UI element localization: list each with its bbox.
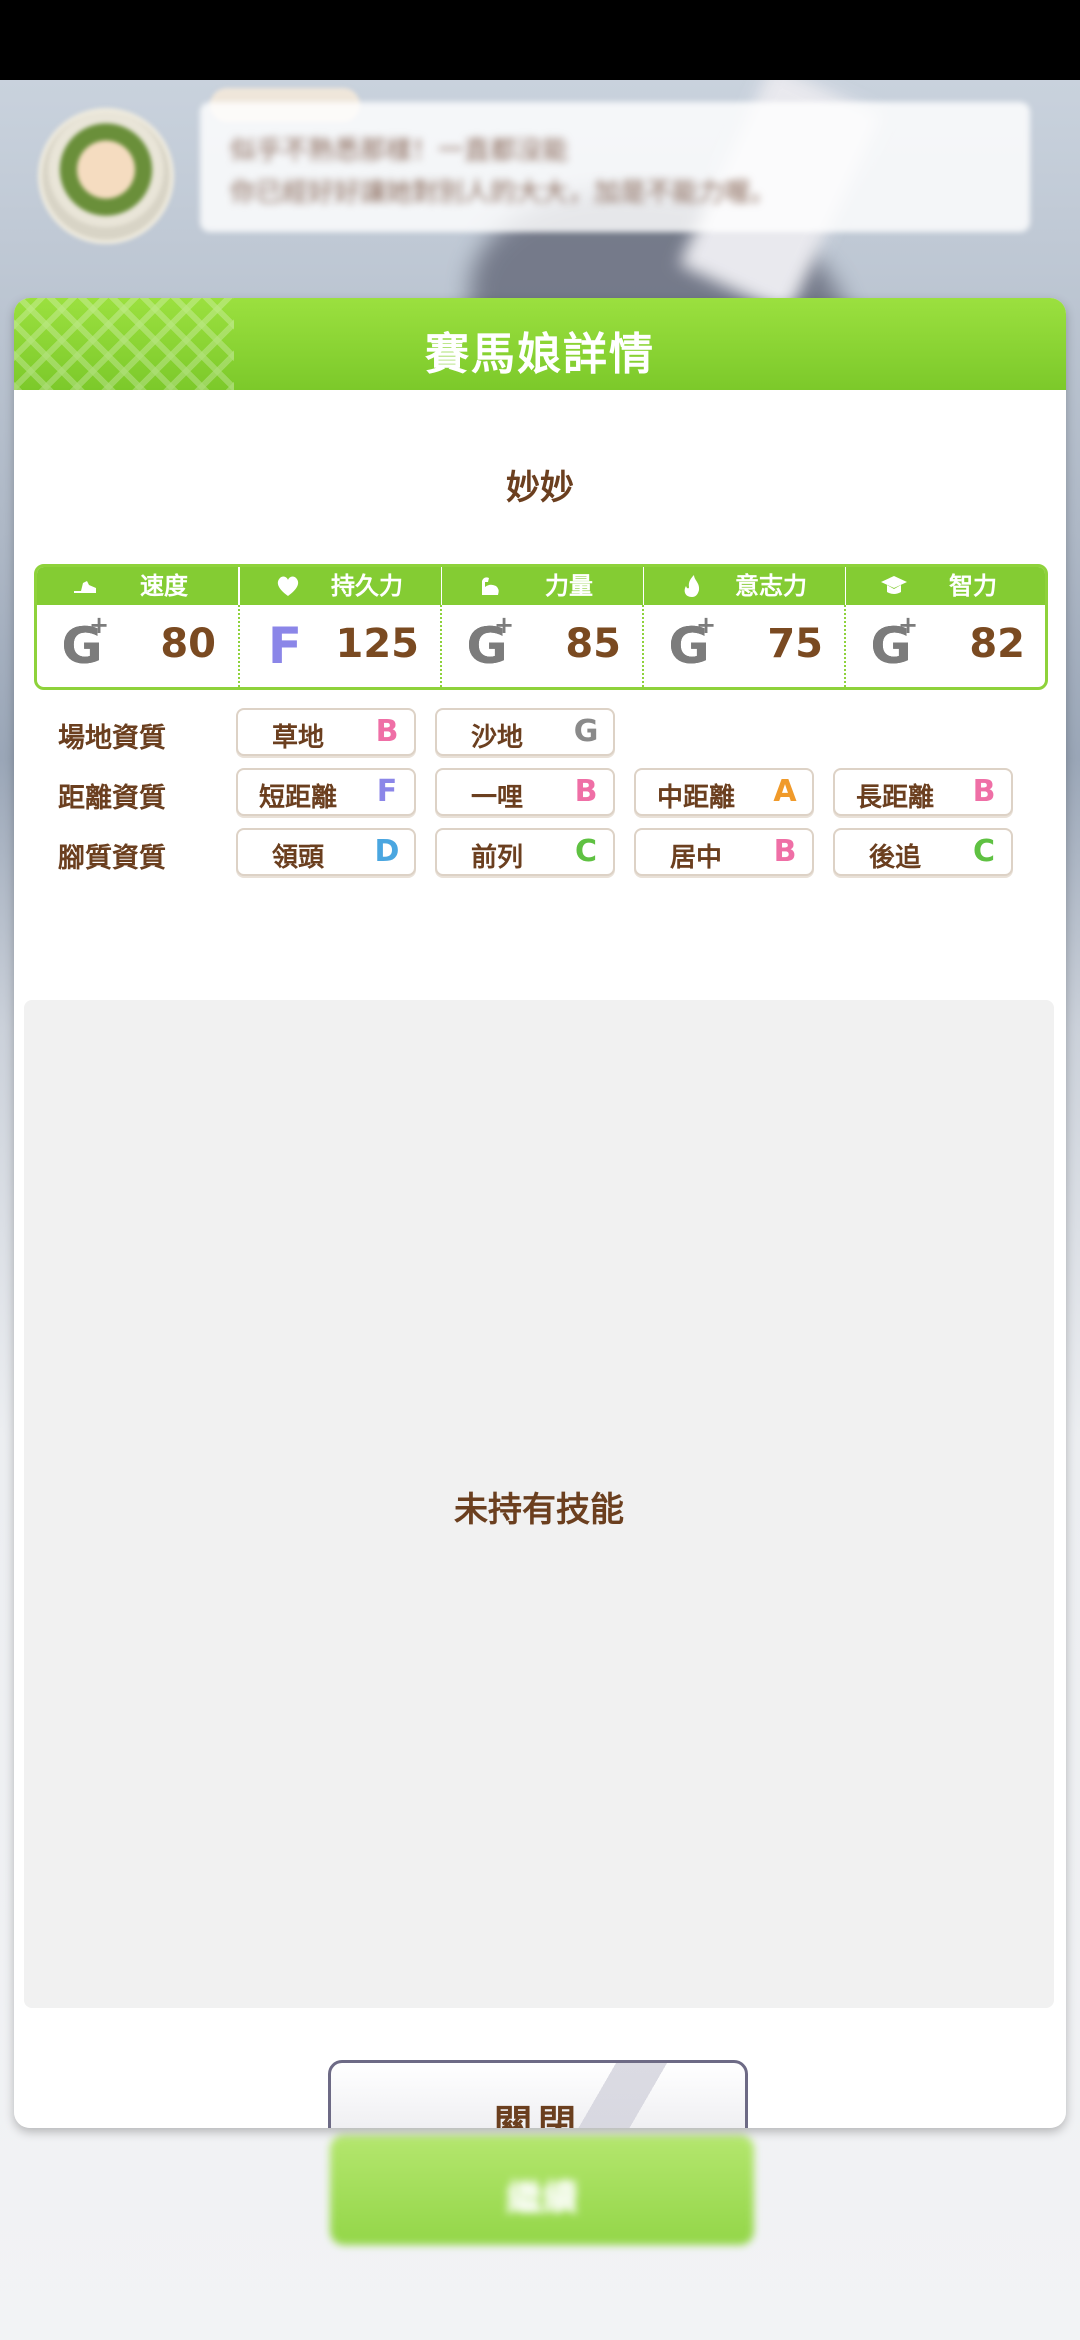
shoe-icon (71, 573, 99, 599)
stat-header: 力量 (442, 567, 643, 605)
stat-power: 力量 G + 85 (442, 567, 643, 687)
horse-name: 妙妙 (506, 468, 574, 508)
aptitude-chip: 長距離 B (833, 768, 1013, 816)
background-button-label: 繼續 (505, 2178, 578, 2219)
aptitude-row-track: 場地資質 草地 B 沙地 G (14, 708, 1066, 758)
aptitude-row-style: 腳質資質 領頭 D 前列 C 居中 B 後追 C (14, 828, 1066, 878)
close-button[interactable]: 關閉 (328, 2060, 748, 2128)
stat-stamina: 持久力 F 125 (240, 567, 441, 687)
aptitude-name: 領頭 (271, 843, 324, 873)
dialog-header: 賽馬娘詳情 (14, 298, 1066, 390)
aptitude-rank: A (773, 774, 797, 809)
aptitude-chip: 後追 C (833, 828, 1013, 876)
aptitude-name: 前列 (470, 843, 523, 873)
horse-detail-dialog: 賽馬娘詳情 妙妙 速度 G + 80 持久力 F 125 力量 G + 85 意… (14, 298, 1066, 2128)
speech-line-2: 你已經好好讓她對別人的大大，加是不能力喔。 (230, 178, 777, 208)
stat-label: 智力 (949, 572, 997, 600)
aptitude-rank: B (574, 774, 598, 809)
stat-label: 力量 (545, 572, 593, 600)
aptitude-rank: C (972, 834, 996, 869)
aptitude-name: 後追 (868, 843, 921, 873)
aptitude-rank: G (573, 714, 599, 749)
aptitude-row-distance: 距離資質 短距離 F 一哩 B 中距離 A 長距離 B (14, 768, 1066, 818)
aptitude-name: 居中 (669, 843, 722, 873)
aptitude-name: 一哩 (470, 783, 523, 813)
stat-label: 持久力 (331, 572, 403, 600)
stat-speed: 速度 G + 80 (37, 567, 238, 687)
dialog-title: 賽馬娘詳情 (425, 329, 655, 380)
aptitude-chip: 居中 B (634, 828, 814, 876)
aptitude-label: 場地資質 (58, 723, 166, 754)
muscle-icon (476, 573, 504, 599)
stat-guts: 意志力 G + 75 (644, 567, 845, 687)
stat-header: 持久力 (240, 567, 441, 605)
stat-label: 速度 (140, 572, 188, 600)
plus-icon: + (898, 611, 919, 639)
stat-value: 75 (767, 621, 823, 667)
stat-value: 82 (969, 621, 1025, 667)
close-button-label: 關閉 (493, 2102, 582, 2128)
stat-wisdom: 智力 G + 82 (846, 567, 1045, 687)
stat-label: 意志力 (735, 572, 807, 600)
aptitude-chip: 一哩 B (435, 768, 615, 816)
plus-icon: + (696, 611, 717, 639)
aptitude-rank: F (376, 774, 398, 809)
heart-icon (274, 573, 302, 599)
stats-panel: 速度 G + 80 持久力 F 125 力量 G + 85 意志力 G + 75… (34, 564, 1048, 690)
stat-header: 意志力 (644, 567, 845, 605)
status-bar (0, 0, 1080, 80)
aptitude-rank: D (374, 834, 400, 869)
aptitude-name: 草地 (271, 723, 324, 753)
aptitude-chip: 草地 B (236, 708, 416, 756)
plus-icon: + (89, 611, 110, 639)
stat-value: 80 (160, 621, 216, 667)
graduation-cap-icon (880, 573, 908, 599)
aptitude-name: 沙地 (470, 723, 523, 753)
stat-value: 85 (565, 621, 621, 667)
flame-icon (678, 573, 706, 599)
aptitude-chip: 前列 C (435, 828, 615, 876)
aptitude-chip: 短距離 F (236, 768, 416, 816)
skills-empty-message: 未持有技能 (454, 1490, 624, 1530)
stat-value: 125 (335, 621, 420, 667)
speech-text: 似乎不熟悉那樣！一直都沒能 你已經好好讓她對別人的大大，加是不能力喔。 (230, 130, 776, 214)
speech-line-1: 似乎不熟悉那樣！一直都沒能 (230, 136, 569, 166)
aptitude-label: 腳質資質 (58, 843, 166, 874)
aptitude-chip: 領頭 D (236, 828, 416, 876)
aptitude-rank: C (574, 834, 598, 869)
stat-header: 智力 (846, 567, 1045, 605)
stat-grade: F (267, 617, 303, 675)
skills-panel[interactable]: 未持有技能 (24, 1000, 1054, 2008)
background-continue-button: 繼續 (330, 2135, 754, 2245)
speaker-avatar (38, 108, 174, 244)
aptitude-chip: 中距離 A (634, 768, 814, 816)
aptitude-name: 短距離 (258, 783, 337, 813)
aptitude-name: 長距離 (855, 783, 934, 813)
aptitude-rank: B (972, 774, 996, 809)
plus-icon: + (494, 611, 515, 639)
stat-header: 速度 (37, 567, 238, 605)
aptitude-rank: B (773, 834, 797, 869)
dialog-body: 妙妙 速度 G + 80 持久力 F 125 力量 G + 85 意志力 G +… (14, 390, 1066, 2128)
aptitude-name: 中距離 (656, 783, 735, 813)
aptitude-chip: 沙地 G (435, 708, 615, 756)
aptitude-rank: B (375, 714, 399, 749)
aptitude-label: 距離資質 (58, 783, 166, 814)
